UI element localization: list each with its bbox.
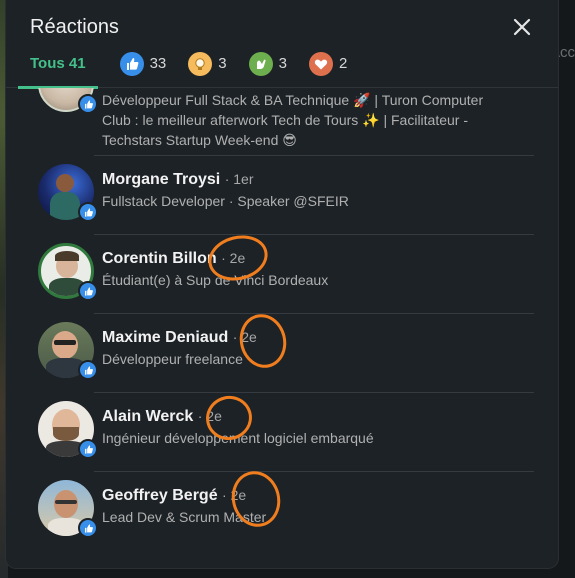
person-name[interactable]: Maxime Deniaud bbox=[102, 329, 228, 346]
connection-degree: · 2e bbox=[222, 487, 247, 503]
close-icon bbox=[513, 18, 531, 36]
avatar[interactable] bbox=[38, 88, 98, 114]
person-headline: Ingénieur développement logiciel embarqu… bbox=[102, 430, 374, 446]
love-icon bbox=[308, 51, 333, 76]
connection-degree: · 2e bbox=[197, 408, 222, 424]
headline-line: Développeur Full Stack & BA Technique 🚀 … bbox=[102, 92, 484, 108]
person-headline: Fullstack Developer · Speaker @SFEIR bbox=[102, 193, 349, 209]
tab-support-count: 3 bbox=[278, 55, 287, 72]
person-name-line[interactable]: Corentin Billon · 2e bbox=[102, 250, 534, 268]
reaction-tabs: Tous 41 33 3 3 2 bbox=[6, 40, 558, 89]
tab-love[interactable]: 2 bbox=[308, 40, 348, 88]
tab-insightful-count: 3 bbox=[218, 55, 227, 72]
person-name-line[interactable]: Geoffrey Bergé · 2e bbox=[102, 487, 534, 505]
person-name-line[interactable]: Alain Werck · 2e bbox=[102, 408, 534, 426]
list-item[interactable]: Développeur Full Stack & BA Technique 🚀 … bbox=[6, 88, 558, 155]
like-badge-icon bbox=[78, 202, 98, 222]
headline-line: Techstars Startup Week-end 😎 bbox=[102, 132, 297, 148]
tab-like[interactable]: 33 bbox=[119, 40, 167, 88]
connection-degree: · 1er bbox=[224, 171, 254, 187]
like-badge-icon bbox=[78, 94, 98, 114]
tab-like-count: 33 bbox=[149, 55, 167, 72]
list-item[interactable]: Alain Werck · 2e Ingénieur développement… bbox=[6, 393, 558, 472]
tab-love-count: 2 bbox=[338, 55, 348, 72]
like-badge-icon bbox=[78, 518, 98, 538]
avatar[interactable] bbox=[38, 243, 98, 301]
person-headline: Développeur Full Stack & BA Technique 🚀 … bbox=[102, 90, 534, 150]
person-name-line[interactable]: Maxime Deniaud · 2e bbox=[102, 329, 534, 347]
tab-all-label: Tous 41 bbox=[30, 55, 86, 72]
list-item[interactable]: Geoffrey Bergé · 2e Lead Dev & Scrum Mas… bbox=[6, 472, 558, 551]
reactions-dialog: Réactions Tous 41 33 3 3 2 Développeur F… bbox=[6, 0, 558, 568]
dialog-header: Réactions bbox=[6, 0, 558, 40]
like-badge-icon bbox=[78, 281, 98, 301]
like-icon bbox=[119, 51, 144, 76]
insightful-icon bbox=[188, 51, 213, 76]
avatar[interactable] bbox=[38, 480, 98, 538]
tab-all[interactable]: Tous 41 bbox=[18, 40, 98, 89]
connection-degree: · 2e bbox=[221, 250, 246, 266]
dialog-title: Réactions bbox=[30, 15, 119, 38]
like-badge-icon bbox=[78, 360, 98, 380]
avatar[interactable] bbox=[38, 401, 98, 459]
like-badge-icon bbox=[78, 439, 98, 459]
person-headline: Lead Dev & Scrum Master bbox=[102, 509, 267, 525]
tab-support[interactable]: 3 bbox=[248, 40, 287, 88]
connection-degree: · 2e bbox=[232, 329, 257, 345]
list-item[interactable]: Morgane Troysi · 1er Fullstack Developer… bbox=[6, 156, 558, 235]
reactors-list: Développeur Full Stack & BA Technique 🚀 … bbox=[6, 88, 558, 568]
close-button[interactable] bbox=[506, 11, 538, 43]
tab-insightful[interactable]: 3 bbox=[188, 40, 227, 88]
person-headline: Étudiant(e) à Sup de Vinci Bordeaux bbox=[102, 272, 329, 288]
support-icon bbox=[248, 51, 273, 76]
avatar[interactable] bbox=[38, 322, 98, 380]
person-headline: Développeur freelance bbox=[102, 351, 243, 367]
list-item[interactable]: Corentin Billon · 2e Étudiant(e) à Sup d… bbox=[6, 235, 558, 314]
person-name-line[interactable]: Morgane Troysi · 1er bbox=[102, 171, 534, 189]
person-name[interactable]: Geoffrey Bergé bbox=[102, 487, 218, 504]
headline-line: Club : le meilleur afterwork Tech de Tou… bbox=[102, 112, 469, 128]
person-name[interactable]: Morgane Troysi bbox=[102, 171, 220, 188]
person-name[interactable]: Corentin Billon bbox=[102, 250, 217, 267]
avatar[interactable] bbox=[38, 164, 98, 222]
person-name[interactable]: Alain Werck bbox=[102, 408, 193, 425]
list-item[interactable]: Maxime Deniaud · 2e Développeur freelanc… bbox=[6, 314, 558, 393]
